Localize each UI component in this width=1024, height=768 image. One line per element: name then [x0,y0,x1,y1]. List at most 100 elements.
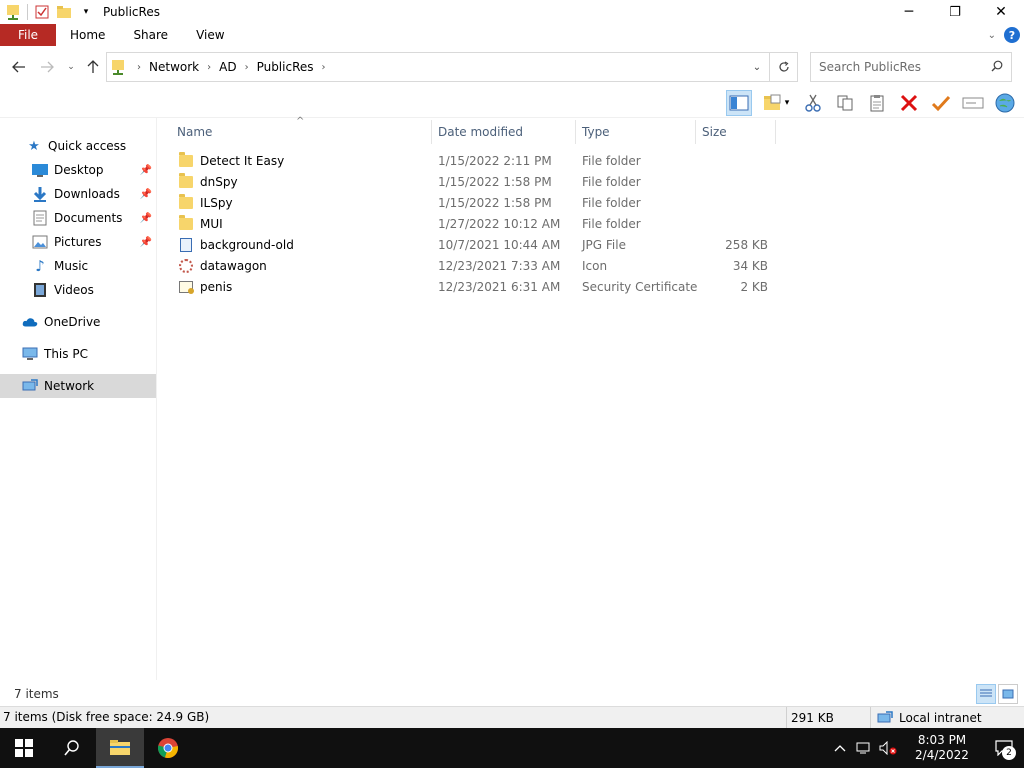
new-folder-icon[interactable] [56,4,72,20]
pictures-icon [32,234,48,250]
breadcrumb-chevron-icon[interactable]: › [241,62,253,73]
back-button[interactable] [8,56,30,78]
folder-icon [178,151,194,169]
breadcrumb-publicres[interactable]: PublicRes [253,60,318,74]
expand-ribbon-icon[interactable]: ⌄ [988,30,996,41]
item-count: 7 items [14,687,59,701]
tab-share[interactable]: Share [119,24,182,46]
pin-icon[interactable]: 📌 [140,237,152,248]
system-tray: 8:03 PM 2/4/2022 2 [828,728,1024,768]
folder-properties-icon [763,94,781,110]
search-icon [64,740,79,756]
pin-icon[interactable]: 📌 [140,165,152,176]
preview-pane-button[interactable] [726,89,752,116]
table-row[interactable]: background-old 10/7/2021 10:44 AM JPG Fi… [172,234,1024,255]
status-bar: 7 items (Disk free space: 24.9 GB) 291 K… [0,706,1024,728]
column-header-type[interactable]: Type [577,120,696,144]
column-header-size[interactable]: Size [697,120,776,144]
help-icon[interactable]: ? [1004,27,1020,43]
copy-button[interactable] [832,90,858,116]
search-input[interactable]: Search PublicRes [810,52,1012,82]
internet-button[interactable] [992,90,1018,116]
details-view-button[interactable] [976,684,996,704]
close-button[interactable]: ✕ [978,0,1024,24]
folder-icon [178,193,194,211]
recent-locations-button[interactable]: ⌄ [60,56,82,78]
tab-home[interactable]: Home [56,24,119,46]
file-type: Security Certificate [582,279,698,294]
pin-icon[interactable]: 📌 [140,189,152,200]
file-name: MUI [200,216,223,231]
tab-view[interactable]: View [182,24,238,46]
breadcrumb-chevron-icon[interactable]: › [203,62,215,73]
table-row[interactable]: Detect It Easy 1/15/2022 2:11 PM File fo… [172,150,1024,171]
table-row[interactable]: dnSpy 1/15/2022 1:58 PM File folder [172,171,1024,192]
sidebar-item-desktop[interactable]: Desktop 📌 [0,158,156,182]
minimize-button[interactable]: ─ [886,0,932,24]
apply-button[interactable] [928,90,954,116]
network-tray-icon[interactable] [852,728,876,768]
customize-toolbar-icon[interactable]: ▾ [78,4,94,20]
pin-icon[interactable]: 📌 [140,213,152,224]
rename-icon [962,97,984,108]
address-history-dropdown[interactable]: ⌄ [745,53,769,81]
network-folder-icon [111,59,127,75]
videos-icon [32,282,48,298]
table-row[interactable]: MUI 1/27/2022 10:12 AM File folder [172,213,1024,234]
tab-file[interactable]: File [0,24,56,46]
breadcrumb-ad[interactable]: AD [215,60,240,74]
breadcrumb-chevron-icon[interactable]: › [318,62,330,73]
table-row[interactable]: penis 12/23/2021 6:31 AM Security Certif… [172,276,1024,297]
refresh-button[interactable] [770,52,798,82]
properties-icon[interactable] [34,4,50,20]
maximize-button[interactable]: ❐ [932,0,978,24]
sidebar-item-documents[interactable]: Documents 📌 [0,206,156,230]
up-button[interactable] [82,56,104,78]
taskbar: 8:03 PM 2/4/2022 2 [0,728,1024,768]
large-icons-view-button[interactable] [998,684,1018,704]
music-icon: ♪ [35,257,45,275]
delete-button[interactable] [896,90,922,116]
breadcrumb-network[interactable]: Network [145,60,203,74]
new-folder-menu-button[interactable]: ▾ [758,90,794,116]
rename-button[interactable] [960,90,986,116]
search-button[interactable] [48,728,96,768]
chrome-taskbar-button[interactable] [144,728,192,768]
file-explorer-taskbar-button[interactable] [96,728,144,768]
file-type: JPG File [582,237,626,252]
computer-icon [22,346,38,362]
sidebar-item-onedrive[interactable]: OneDrive [0,310,156,334]
action-center-button[interactable]: 2 [984,728,1024,768]
sidebar-item-pictures[interactable]: Pictures 📌 [0,230,156,254]
refresh-icon [778,61,789,72]
file-size [702,192,768,213]
table-row[interactable]: datawagon 12/23/2021 7:33 AM Icon 34 KB [172,255,1024,276]
volume-muted-icon[interactable] [876,728,900,768]
document-icon [32,210,48,226]
forward-button[interactable] [36,56,58,78]
file-rows: Detect It Easy 1/15/2022 2:11 PM File fo… [172,150,1024,297]
file-size [702,171,768,192]
column-header-date[interactable]: Date modified [433,120,576,144]
cut-button[interactable] [800,90,826,116]
status-detail: 7 items (Disk free space: 24.9 GB) [3,710,210,724]
taskbar-clock[interactable]: 8:03 PM 2/4/2022 [900,733,984,763]
chevron-up-icon[interactable] [828,728,852,768]
title-bar: ▾ PublicRes ─ ❐ ✕ [0,0,1024,24]
file-name: penis [200,279,233,294]
sidebar-item-this-pc[interactable]: This PC [0,342,156,366]
sidebar-item-network[interactable]: Network [0,374,156,398]
file-size: 258 KB [725,237,768,252]
paste-button[interactable] [864,90,890,116]
sidebar-item-quick-access[interactable]: ★ Quick access [0,134,156,158]
sidebar-item-videos[interactable]: Videos [0,278,156,302]
column-header-name[interactable]: Name [172,120,432,144]
table-row[interactable]: ILSpy 1/15/2022 1:58 PM File folder [172,192,1024,213]
search-placeholder: Search PublicRes [819,60,921,74]
address-bar[interactable]: › Network › AD › PublicRes › ⌄ [106,52,770,82]
file-name: Detect It Easy [200,153,285,168]
sidebar-item-music[interactable]: ♪ Music [0,254,156,278]
breadcrumb-chevron-icon[interactable]: › [133,62,145,73]
start-button[interactable] [0,728,48,768]
sidebar-item-downloads[interactable]: Downloads 📌 [0,182,156,206]
